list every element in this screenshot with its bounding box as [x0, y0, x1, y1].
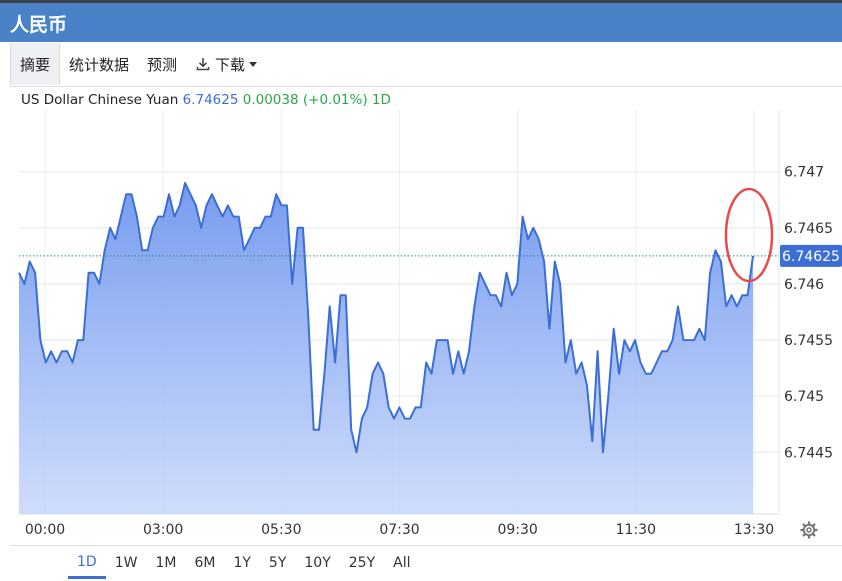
tab-forecast[interactable]: 预测 [138, 43, 186, 85]
quote-line: US Dollar Chinese Yuan 6.74625 0.00038 (… [21, 92, 391, 108]
chart-settings-gear-icon[interactable] [800, 521, 818, 543]
tab-download[interactable]: 下载 [186, 43, 266, 85]
page-title: 人民币 [10, 14, 68, 36]
y-tick-label: 6.7455 [784, 333, 833, 349]
highlight-circle-annotation [724, 187, 774, 283]
tab-summary[interactable]: 摘要 [10, 43, 61, 85]
tab-bar: 摘要 统计数据 预测 下载 [10, 42, 842, 87]
last-value-label: 6.74625 [782, 249, 840, 265]
quote-price: 6.74625 [182, 92, 239, 108]
range-6m[interactable]: 6M [185, 547, 224, 579]
y-tick-label: 6.747 [784, 165, 824, 181]
x-tick-label: 13:30 [734, 522, 774, 538]
range-1m[interactable]: 1M [146, 547, 185, 579]
area-fill [19, 182, 753, 514]
instrument-name: US Dollar Chinese Yuan [21, 92, 179, 108]
tab-statistics[interactable]: 统计数据 [60, 43, 138, 85]
range-1w[interactable]: 1W [106, 547, 147, 579]
range-1d[interactable]: 1D [68, 547, 106, 579]
x-tick-label: 11:30 [616, 522, 656, 538]
y-tick-label: 6.746 [784, 277, 824, 293]
x-tick-label: 03:00 [143, 522, 183, 538]
x-tick-label: 05:30 [261, 522, 301, 538]
y-tick-label: 6.7445 [784, 445, 833, 461]
time-range-selector: 1D 1W 1M 6M 1Y 5Y 10Y 25Y All [10, 545, 842, 580]
x-tick-label: 00:00 [25, 522, 65, 538]
page-header: 人民币 [0, 3, 842, 42]
range-all[interactable]: All [384, 547, 419, 579]
chevron-down-icon [249, 61, 258, 67]
quote-change: 0.00038 [242, 92, 299, 108]
quote-period: 1D [371, 92, 391, 108]
download-icon [195, 56, 211, 72]
quote-change-pct: (+0.01%) [302, 92, 368, 108]
range-25y[interactable]: 25Y [340, 547, 384, 579]
x-tick-label: 09:30 [497, 522, 537, 538]
y-tick-label: 6.7465 [784, 221, 833, 237]
range-10y[interactable]: 10Y [295, 547, 339, 579]
price-chart: 6.747 6.7465 6.746 6.7455 6.745 6.7445 00:00 03… [18, 110, 842, 538]
range-5y[interactable]: 5Y [260, 547, 295, 579]
range-1y[interactable]: 1Y [224, 547, 259, 579]
y-tick-label: 6.745 [784, 389, 824, 405]
x-tick-label: 07:30 [379, 522, 419, 538]
